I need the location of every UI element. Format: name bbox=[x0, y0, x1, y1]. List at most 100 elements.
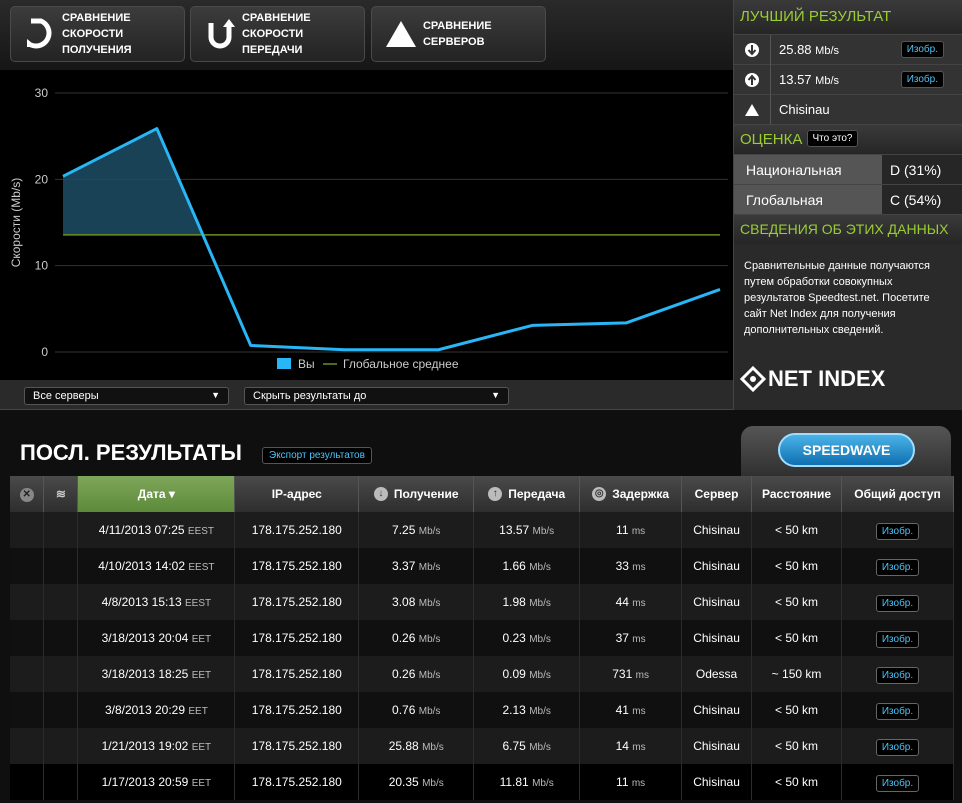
column-distance[interactable]: Расстояние bbox=[751, 476, 843, 512]
share-image-button[interactable]: Изобр. bbox=[875, 739, 920, 756]
unit-label: Mb/s bbox=[418, 706, 441, 717]
cell-distance: ~ 150 km bbox=[751, 656, 843, 692]
ping-value: 731 bbox=[612, 667, 633, 681]
national-grade-label: Национальная bbox=[734, 155, 882, 184]
above-average-area bbox=[63, 128, 203, 235]
unit-label: Mb/s bbox=[532, 526, 555, 537]
table-row[interactable]: 1/21/2013 19:02 EET 178.175.252.180 25.88 … bbox=[10, 728, 954, 764]
unit-label: ms bbox=[635, 670, 649, 681]
export-results-button[interactable]: Экспорт результатов bbox=[262, 447, 372, 464]
unit-label: Mb/s bbox=[532, 778, 554, 789]
cell-distance: < 50 km bbox=[751, 620, 843, 656]
cell-date: 3/18/2013 20:04 EET bbox=[77, 620, 236, 656]
download-value: 25.88 bbox=[388, 739, 419, 753]
y-tick-label: 30 bbox=[35, 86, 49, 100]
server-filter-select[interactable]: Все серверы ▼ bbox=[24, 387, 229, 405]
timezone-label: EET bbox=[191, 742, 212, 753]
cell-date: 4/8/2013 15:13 EEST bbox=[77, 584, 236, 620]
download-value: 0.76 bbox=[392, 703, 416, 717]
hide-results-select[interactable]: Скрыть результаты до ▼ bbox=[244, 387, 509, 405]
table-row[interactable]: 3/18/2013 20:04 EET 178.175.252.180 0.26 M… bbox=[10, 620, 954, 656]
unit-label: Mb/s bbox=[529, 670, 551, 681]
download-arrow-icon bbox=[19, 12, 62, 56]
date-value: 1/17/2013 20:59 bbox=[101, 775, 189, 789]
column-label: Задержка bbox=[612, 486, 670, 501]
cell-server: Chisinau bbox=[681, 692, 753, 728]
compare-column-header[interactable]: ≋ bbox=[43, 476, 79, 512]
download-value: 0.26 bbox=[392, 667, 416, 681]
cell-server: Chisinau bbox=[681, 764, 753, 800]
tab-download-comparison[interactable]: СРАВНЕНИЕ СКОРОСТИ ПОЛУЧЕНИЯ bbox=[10, 6, 185, 62]
global-grade-row: Глобальная C (54%) bbox=[734, 184, 962, 214]
y-tick-label: 20 bbox=[35, 172, 49, 186]
table-row[interactable]: 4/10/2013 14:02 EEST 178.175.252.180 3.37 … bbox=[10, 548, 954, 584]
share-image-button[interactable]: Изобр. bbox=[875, 667, 920, 684]
cell-upload: 1.66 Mb/s bbox=[473, 548, 581, 584]
share-image-button[interactable]: Изобр. bbox=[875, 559, 920, 576]
cell-empty bbox=[10, 764, 45, 800]
share-image-button[interactable]: Изобр. bbox=[875, 775, 920, 792]
national-grade-value: D (31%) bbox=[882, 155, 962, 184]
column-date[interactable]: Дата ▾ bbox=[77, 476, 236, 512]
cell-empty bbox=[43, 620, 79, 656]
column-label: Передача bbox=[508, 486, 566, 501]
table-row[interactable]: 3/18/2013 18:25 EET 178.175.252.180 0.26 M… bbox=[10, 656, 954, 692]
date-value: 3/18/2013 18:25 bbox=[101, 667, 189, 681]
net-index-logo[interactable]: NET INDEX bbox=[740, 366, 885, 392]
cell-empty bbox=[43, 584, 79, 620]
about-data-title: СВЕДЕНИЯ ОБ ЭТИХ ДАННЫХ bbox=[734, 214, 962, 244]
upload-icon bbox=[734, 64, 771, 95]
cell-distance: < 50 km bbox=[751, 512, 843, 548]
cell-distance: < 50 km bbox=[751, 584, 843, 620]
column-share[interactable]: Общий доступ bbox=[841, 476, 954, 512]
best-result-title: ЛУЧШИЙ РЕЗУЛЬТАТ bbox=[734, 0, 962, 34]
column-download[interactable]: ↓ Получение bbox=[358, 476, 475, 512]
legend-you-label: Вы bbox=[298, 357, 315, 371]
cell-empty bbox=[10, 656, 45, 692]
best-server-row: Chisinau bbox=[734, 94, 962, 125]
download-value: 20.35 bbox=[388, 775, 419, 789]
y-tick-label: 0 bbox=[41, 345, 48, 359]
share-image-button[interactable]: Изобр. bbox=[875, 595, 920, 612]
tab-label: ПЕРЕДАЧИ bbox=[241, 44, 303, 56]
timezone-label: EEST bbox=[187, 526, 215, 537]
tab-server-comparison[interactable]: СРАВНЕНИЕ СЕРВЕРОВ bbox=[371, 6, 546, 62]
share-image-button[interactable]: Изобр. bbox=[875, 631, 920, 648]
date-value: 4/8/2013 15:13 bbox=[101, 595, 182, 609]
share-image-button[interactable]: Изобр. bbox=[875, 523, 920, 540]
table-row[interactable]: 3/8/2013 20:29 EET 178.175.252.180 0.76 Mb… bbox=[10, 692, 954, 728]
upload-value: 13.57 bbox=[499, 523, 530, 537]
share-image-button[interactable]: Изобр. bbox=[900, 71, 944, 88]
share-image-button[interactable]: Изобр. bbox=[875, 703, 920, 720]
share-image-button[interactable]: Изобр. bbox=[900, 41, 944, 58]
ping-value: 11 bbox=[616, 775, 629, 789]
cell-ip: 178.175.252.180 bbox=[234, 656, 360, 692]
column-upload[interactable]: ↑ Передача bbox=[473, 476, 581, 512]
table-row[interactable]: 1/17/2013 20:59 EET 178.175.252.180 20.35 … bbox=[10, 764, 954, 800]
cell-download: 3.08 Mb/s bbox=[358, 584, 475, 620]
best-download-value: 25.88 bbox=[779, 42, 812, 57]
cell-distance: < 50 km bbox=[751, 548, 843, 584]
table-row[interactable]: 4/8/2013 15:13 EEST 178.175.252.180 3.08 M… bbox=[10, 584, 954, 620]
cell-download: 20.35 Mb/s bbox=[358, 764, 475, 800]
y-tick-label: 10 bbox=[35, 259, 49, 273]
download-value: 3.08 bbox=[392, 595, 416, 609]
column-server[interactable]: Сервер bbox=[681, 476, 753, 512]
layers-icon: ≋ bbox=[55, 487, 66, 501]
table-row[interactable]: 4/11/2013 07:25 EEST 178.175.252.180 7.25 … bbox=[10, 512, 954, 548]
server-filter-value: Все серверы bbox=[33, 390, 99, 402]
unit-label: Mb/s bbox=[815, 45, 840, 57]
unit-label: ms bbox=[631, 778, 646, 789]
triangle-icon bbox=[380, 12, 423, 56]
column-ping[interactable]: ◎ Задержка bbox=[579, 476, 683, 512]
column-ip[interactable]: IP-адрес bbox=[234, 476, 360, 512]
net-index-icon bbox=[740, 366, 766, 392]
what-is-this-button[interactable]: Что это? bbox=[806, 130, 859, 147]
timezone-label: EET bbox=[191, 778, 212, 789]
timezone-label: EET bbox=[191, 670, 212, 681]
unit-label: ms bbox=[631, 526, 646, 537]
delete-column-header[interactable]: ✕ bbox=[10, 476, 45, 512]
tab-upload-comparison[interactable]: СРАВНЕНИЕ СКОРОСТИ ПЕРЕДАЧИ bbox=[190, 6, 365, 62]
speedwave-button[interactable]: SPEEDWAVE bbox=[778, 433, 915, 467]
cell-server: Chisinau bbox=[681, 548, 753, 584]
